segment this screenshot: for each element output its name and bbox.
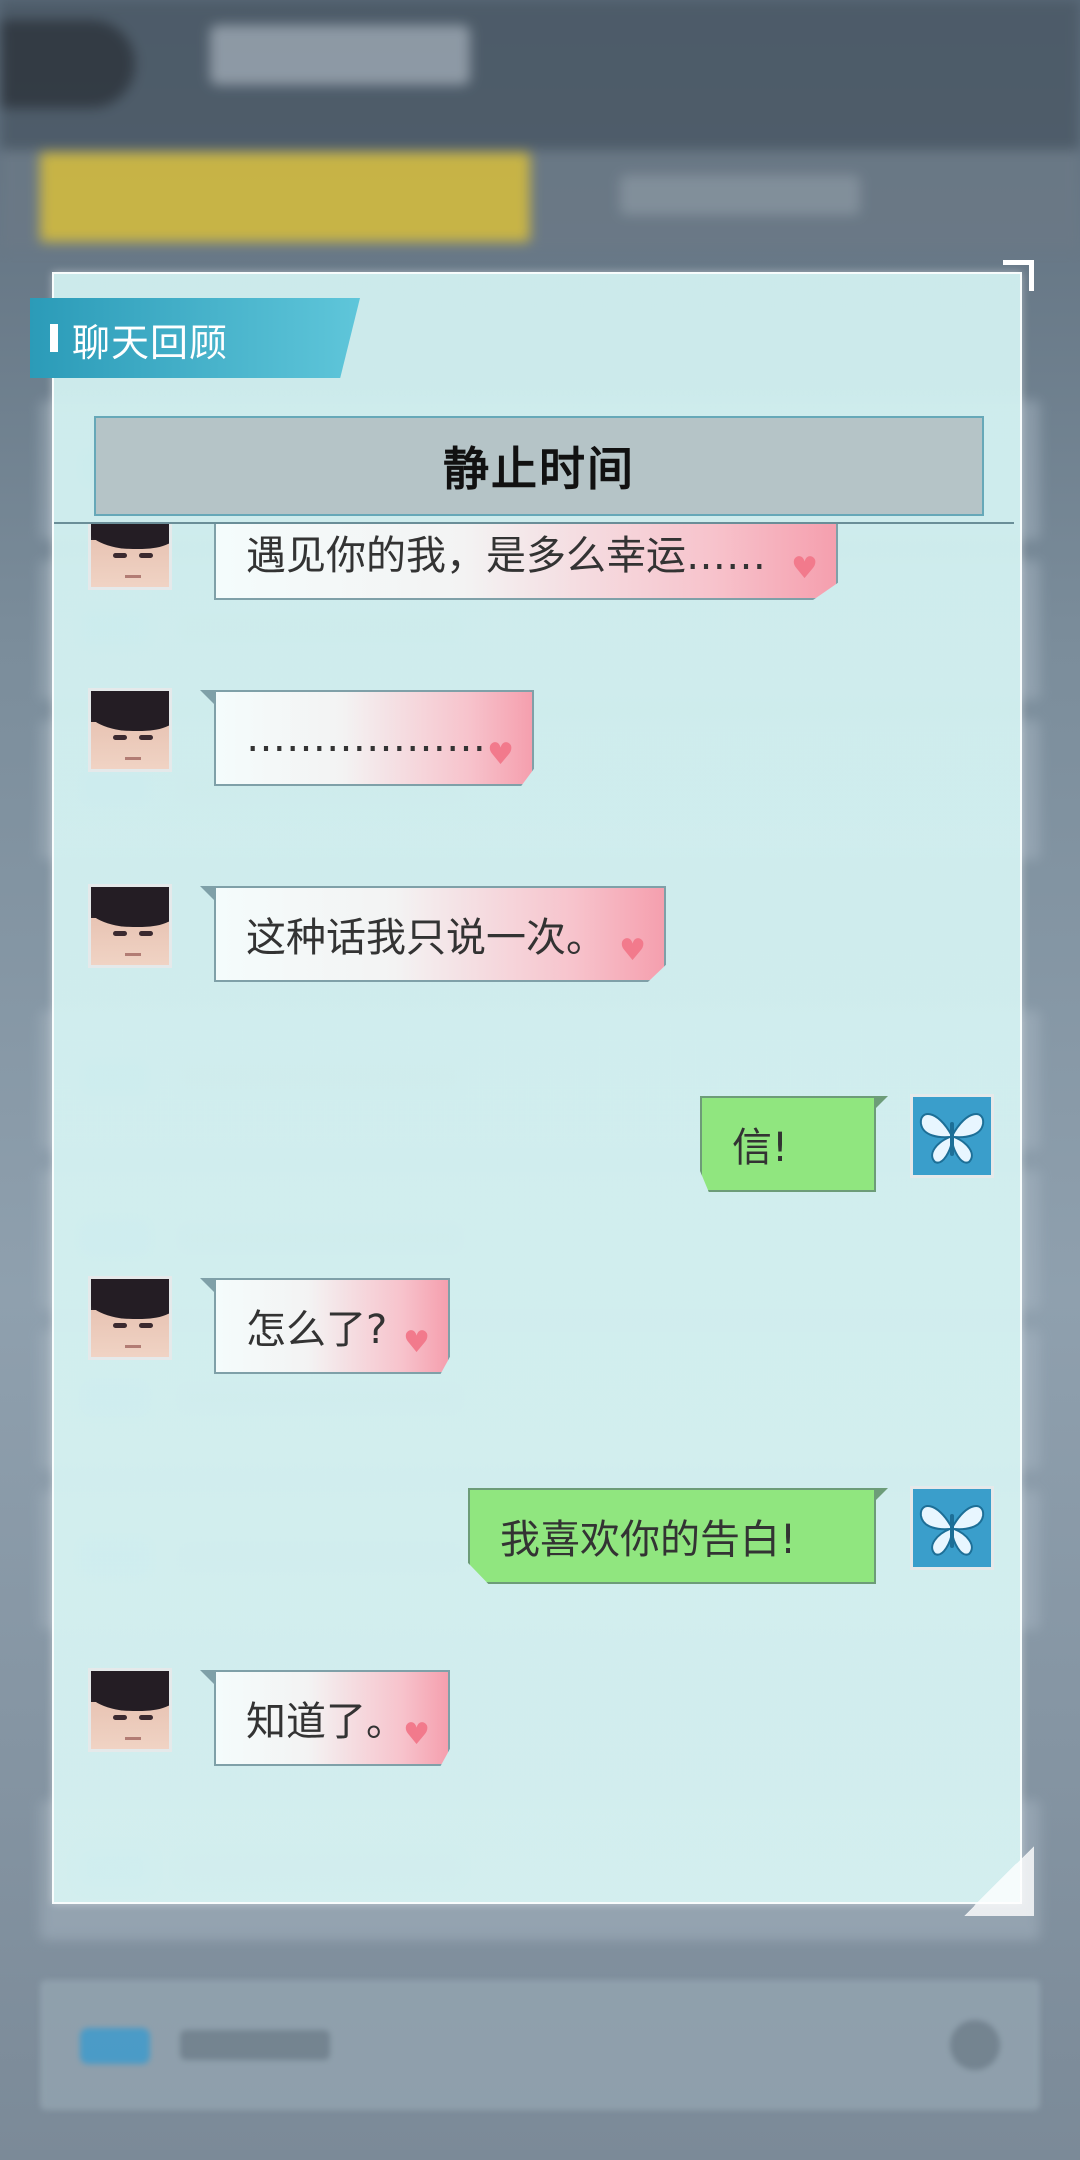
background-back-button [0, 20, 135, 108]
contact-avatar [88, 688, 172, 772]
chat-title-header: 静止时间 [94, 416, 984, 516]
contact-avatar [88, 1668, 172, 1752]
background-list-item [40, 1980, 1040, 2110]
message-bubble-right: 我喜欢你的告白! [468, 1488, 876, 1584]
contact-avatar [88, 1276, 172, 1360]
background-tab-inactive [620, 175, 860, 215]
message-bubble-left: 遇见你的我，是多么幸运…… ♥ [214, 524, 838, 600]
contact-avatar [88, 524, 172, 590]
message-bubble-left: ……………… ♥ [214, 690, 534, 786]
chat-review-dialog: 聊天回顾 静止时间 遇见你的我，是多么幸运…… ♥ ……………… ♥ 这种话我只… [30, 260, 1034, 1916]
background-title [210, 25, 470, 85]
message-bubble-right: 信! [700, 1096, 876, 1192]
dialog-label: 聊天回顾 [72, 321, 229, 365]
message-bubble-left: 这种话我只说一次。 ♥ [214, 886, 666, 982]
background-tab-active [40, 152, 530, 242]
butterfly-icon [910, 1094, 994, 1178]
heart-icon: ♥ [619, 933, 646, 968]
chat-message-list[interactable]: 遇见你的我，是多么幸运…… ♥ ……………… ♥ 这种话我只说一次。 ♥ 信! [54, 524, 1018, 1900]
message-bubble-left: 知道了。 ♥ [214, 1670, 450, 1766]
butterfly-icon [910, 1486, 994, 1570]
chat-title: 静止时间 [443, 442, 635, 496]
message-bubble-left: 怎么了? ♥ [214, 1278, 450, 1374]
dialog-corner-decoration [1003, 260, 1034, 291]
dialog-label-tag: 聊天回顾 [30, 298, 360, 378]
heart-icon: ♥ [403, 1325, 430, 1360]
contact-avatar [88, 884, 172, 968]
background-header [0, 0, 1080, 150]
heart-icon: ♥ [487, 737, 514, 772]
heart-icon: ♥ [403, 1717, 430, 1752]
heart-icon: ♥ [791, 551, 818, 586]
